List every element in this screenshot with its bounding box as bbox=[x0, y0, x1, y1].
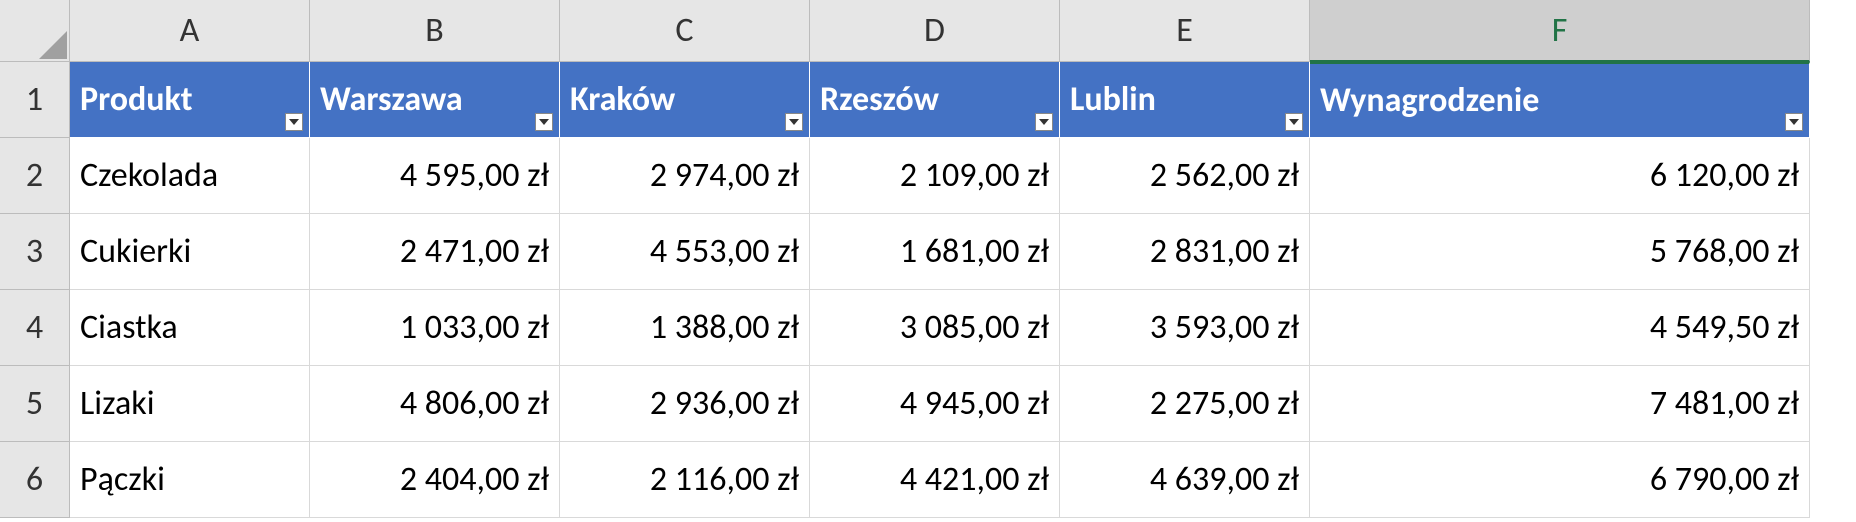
cell-A3[interactable]: Cukierki bbox=[70, 214, 310, 290]
cell-A4[interactable]: Ciastka bbox=[70, 290, 310, 366]
column-header-E[interactable]: E bbox=[1060, 0, 1310, 62]
cell-C3[interactable]: 4 553,00 zł bbox=[560, 214, 810, 290]
row-header-5[interactable]: 5 bbox=[0, 366, 70, 442]
cell-A5[interactable]: Lizaki bbox=[70, 366, 310, 442]
filter-dropdown-icon[interactable] bbox=[285, 113, 303, 131]
cell-F5[interactable]: 7 481,00 zł bbox=[1310, 366, 1810, 442]
cell-D3[interactable]: 1 681,00 zł bbox=[810, 214, 1060, 290]
row-header-6[interactable]: 6 bbox=[0, 442, 70, 518]
row-header-1[interactable]: 1 bbox=[0, 62, 70, 138]
table-header-lublin[interactable]: Lublin bbox=[1060, 62, 1310, 138]
row-header-2[interactable]: 2 bbox=[0, 138, 70, 214]
column-header-B[interactable]: B bbox=[310, 0, 560, 62]
filter-dropdown-icon[interactable] bbox=[1785, 113, 1803, 131]
cell-C2[interactable]: 2 974,00 zł bbox=[560, 138, 810, 214]
cell-A2[interactable]: Czekolada bbox=[70, 138, 310, 214]
row-header-4[interactable]: 4 bbox=[0, 290, 70, 366]
cell-D4[interactable]: 3 085,00 zł bbox=[810, 290, 1060, 366]
cell-E3[interactable]: 2 831,00 zł bbox=[1060, 214, 1310, 290]
table-header-rzeszow[interactable]: Rzeszów bbox=[810, 62, 1060, 138]
cell-D5[interactable]: 4 945,00 zł bbox=[810, 366, 1060, 442]
cell-F2[interactable]: 6 120,00 zł bbox=[1310, 138, 1810, 214]
cell-B2[interactable]: 4 595,00 zł bbox=[310, 138, 560, 214]
select-all-corner[interactable] bbox=[0, 0, 70, 62]
cell-E2[interactable]: 2 562,00 zł bbox=[1060, 138, 1310, 214]
header-label: Wynagrodzenie bbox=[1320, 80, 1539, 121]
header-label: Lublin bbox=[1070, 79, 1156, 120]
row-header-3[interactable]: 3 bbox=[0, 214, 70, 290]
filter-dropdown-icon[interactable] bbox=[535, 113, 553, 131]
column-header-C[interactable]: C bbox=[560, 0, 810, 62]
header-label: Kraków bbox=[570, 79, 675, 120]
column-header-D[interactable]: D bbox=[810, 0, 1060, 62]
table-header-produkt[interactable]: Produkt bbox=[70, 62, 310, 138]
table-header-wynagrodzenie[interactable]: Wynagrodzenie bbox=[1310, 62, 1810, 138]
header-label: Rzeszów bbox=[820, 79, 939, 120]
cell-E5[interactable]: 2 275,00 zł bbox=[1060, 366, 1310, 442]
filter-dropdown-icon[interactable] bbox=[1035, 113, 1053, 131]
cell-C5[interactable]: 2 936,00 zł bbox=[560, 366, 810, 442]
cell-E6[interactable]: 4 639,00 zł bbox=[1060, 442, 1310, 518]
cell-E4[interactable]: 3 593,00 zł bbox=[1060, 290, 1310, 366]
filter-dropdown-icon[interactable] bbox=[785, 113, 803, 131]
cell-B3[interactable]: 2 471,00 zł bbox=[310, 214, 560, 290]
cell-C4[interactable]: 1 388,00 zł bbox=[560, 290, 810, 366]
cell-B4[interactable]: 1 033,00 zł bbox=[310, 290, 560, 366]
cell-D2[interactable]: 2 109,00 zł bbox=[810, 138, 1060, 214]
header-label: Produkt bbox=[80, 79, 192, 120]
cell-B5[interactable]: 4 806,00 zł bbox=[310, 366, 560, 442]
cell-C6[interactable]: 2 116,00 zł bbox=[560, 442, 810, 518]
cell-B6[interactable]: 2 404,00 zł bbox=[310, 442, 560, 518]
cell-A6[interactable]: Pączki bbox=[70, 442, 310, 518]
filter-dropdown-icon[interactable] bbox=[1285, 113, 1303, 131]
table-header-krakow[interactable]: Kraków bbox=[560, 62, 810, 138]
table-header-warszawa[interactable]: Warszawa bbox=[310, 62, 560, 138]
cell-F6[interactable]: 6 790,00 zł bbox=[1310, 442, 1810, 518]
cell-F3[interactable]: 5 768,00 zł bbox=[1310, 214, 1810, 290]
spreadsheet-grid[interactable]: A B C D E F 1 Produkt Warszawa Kraków Rz… bbox=[0, 0, 1856, 518]
cell-D6[interactable]: 4 421,00 zł bbox=[810, 442, 1060, 518]
cell-F4[interactable]: 4 549,50 zł bbox=[1310, 290, 1810, 366]
header-label: Warszawa bbox=[320, 79, 463, 120]
column-header-F[interactable]: F bbox=[1310, 0, 1810, 62]
column-header-A[interactable]: A bbox=[70, 0, 310, 62]
